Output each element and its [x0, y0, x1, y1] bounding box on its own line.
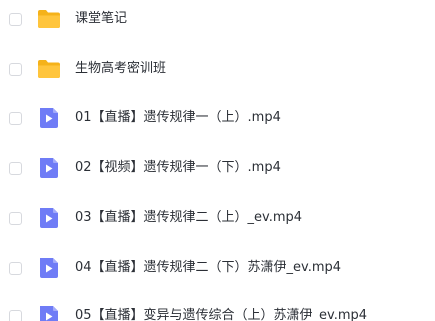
list-item[interactable]: 04【直播】遗传规律二（下）苏潇伊_ev.mp4 [0, 248, 435, 288]
list-item[interactable]: 02【视频】遗传规律一（下）.mp4 [0, 148, 435, 188]
file-name[interactable]: 05【直播】变异与遗传综合（上）苏潇伊_ev.mp4 [75, 306, 367, 321]
list-item[interactable]: 03【直播】遗传规律二（上）_ev.mp4 [0, 198, 435, 238]
file-name[interactable]: 02【视频】遗传规律一（下）.mp4 [75, 158, 281, 178]
list-item[interactable]: 01【直播】遗传规律一（上）.mp4 [0, 98, 435, 138]
row-checkbox[interactable] [9, 309, 22, 321]
row-checkbox[interactable] [9, 12, 22, 26]
folder-icon [37, 58, 61, 80]
row-checkbox[interactable] [9, 62, 22, 76]
file-name[interactable]: 04【直播】遗传规律二（下）苏潇伊_ev.mp4 [75, 258, 341, 278]
video-file-icon [37, 157, 61, 179]
file-name[interactable]: 生物高考密训班 [75, 59, 166, 79]
video-file-icon [37, 207, 61, 229]
video-file-icon [37, 257, 61, 279]
row-checkbox[interactable] [9, 111, 22, 125]
row-checkbox[interactable] [9, 261, 22, 275]
list-item[interactable]: 生物高考密训班 [0, 49, 435, 89]
file-list: 课堂笔记 生物高考密训班 01【直播】遗传规律一（上）.mp4 02【视频】遗传… [0, 0, 435, 321]
list-item[interactable]: 05【直播】变异与遗传综合（上）苏潇伊_ev.mp4 [0, 296, 435, 321]
file-name[interactable]: 03【直播】遗传规律二（上）_ev.mp4 [75, 208, 302, 228]
video-file-icon [37, 305, 61, 321]
row-checkbox[interactable] [9, 211, 22, 225]
row-checkbox[interactable] [9, 161, 22, 175]
file-name[interactable]: 01【直播】遗传规律一（上）.mp4 [75, 108, 281, 128]
folder-icon [37, 8, 61, 30]
video-file-icon [37, 107, 61, 129]
file-name[interactable]: 课堂笔记 [75, 9, 127, 29]
list-item[interactable]: 课堂笔记 [0, 0, 435, 39]
